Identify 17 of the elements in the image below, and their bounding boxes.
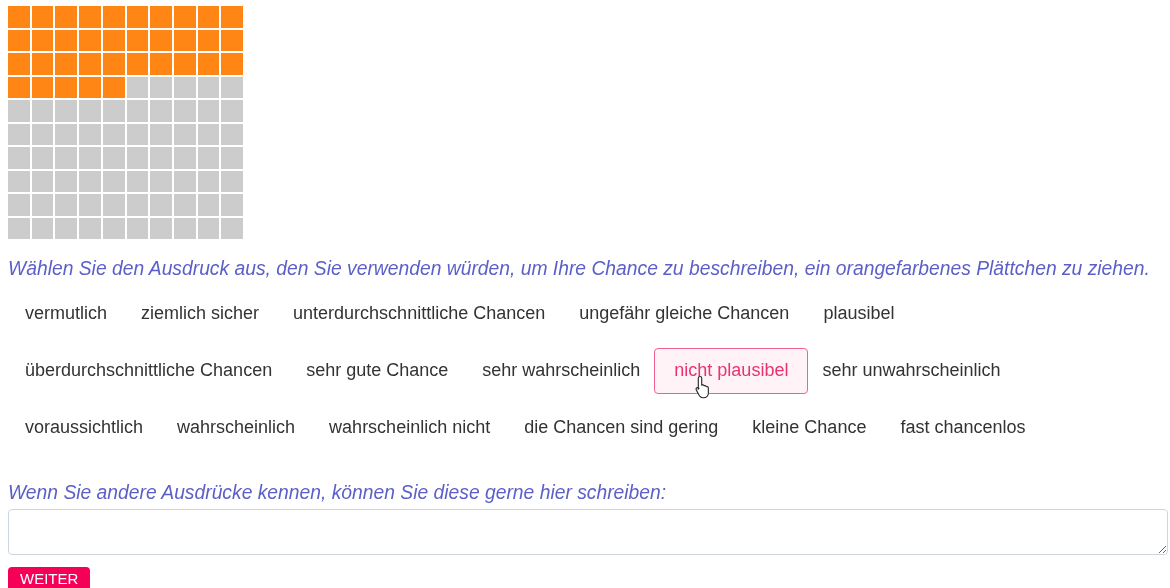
answer-option[interactable]: kleine Chance	[735, 404, 884, 451]
answer-option[interactable]: überdurchschnittliche Chancen	[8, 347, 290, 394]
answer-option[interactable]: wahrscheinlich	[160, 404, 313, 451]
input-field[interactable]	[8, 508, 1168, 555]
answer-option[interactable]: vermutlich	[8, 290, 125, 337]
answer-option[interactable]: ungefähr gleiche Chancen	[562, 290, 807, 337]
prompt-text: Wenn Sie andere Ausdrücke kennen, können Sie diese gerne hier schreiben:	[8, 480, 668, 505]
answer-option[interactable]: sehr gute Chance	[289, 347, 466, 394]
answer-option[interactable]: fast chancenlos	[883, 404, 1043, 451]
answer-option[interactable]: unterdurchschnittliche Chancen	[276, 290, 563, 337]
answer-option[interactable]: ziemlich sicher	[124, 290, 277, 337]
next-button[interactable]: WEITER	[8, 566, 91, 588]
answer-option[interactable]: die Chancen sind gering	[507, 404, 736, 451]
question-text: Wählen Sie den Ausdruck aus, den Sie verwenden würden, um Ihre Chance zu beschreiben, ein orangefarbenes Plättchen zu ziehen.	[8, 257, 1151, 281]
answer-option[interactable]: voraussichtlich	[8, 404, 161, 451]
answer-option[interactable]: wahrscheinlich nicht	[312, 404, 508, 451]
answer-option[interactable]: plausibel	[806, 290, 912, 337]
